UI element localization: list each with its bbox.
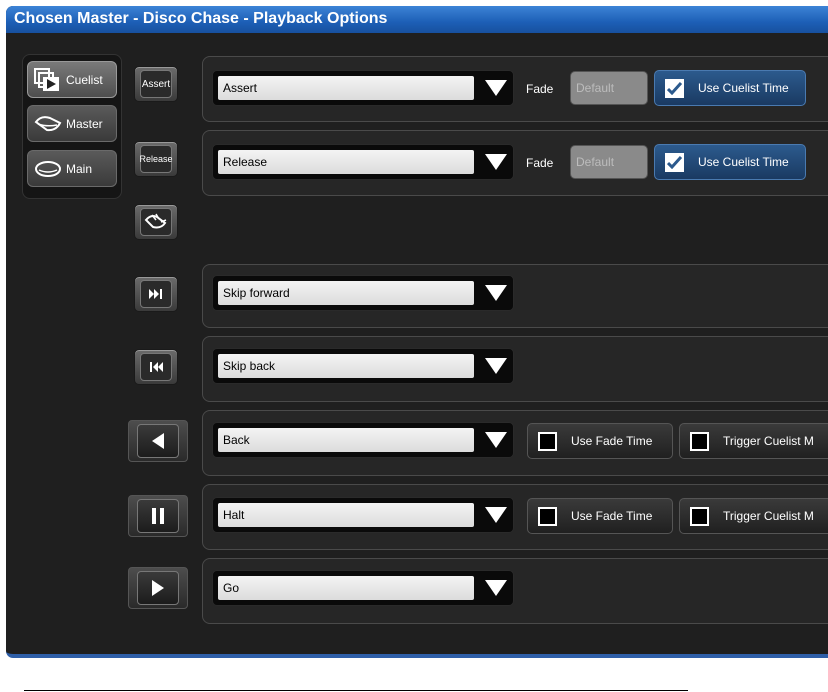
skip-back-dropdown[interactable]: Skip back (212, 348, 514, 384)
go-button[interactable] (128, 567, 188, 609)
chevron-down-icon (485, 358, 507, 374)
playback-options-window: Chosen Master - Disco Chase - Playback O… (6, 6, 828, 658)
assert-use-cuelist-time-checkbox[interactable]: Use Cuelist Time (654, 70, 806, 106)
assert-dropdown[interactable]: Assert (212, 70, 514, 106)
checkbox-checked-icon (665, 152, 684, 172)
tab-main-label: Main (66, 161, 93, 176)
release-fade-label: Fade (526, 156, 554, 170)
pause-icon (152, 508, 164, 524)
halt-dropdown[interactable]: Halt (212, 497, 514, 533)
tab-main[interactable]: Main (27, 150, 117, 187)
main-icon (35, 160, 61, 177)
release-button-label: Release (139, 154, 173, 164)
assert-fade-input[interactable]: Default (570, 71, 648, 105)
assert-dropdown-value: Assert (218, 76, 474, 100)
chevron-down-icon (485, 432, 507, 448)
chevron-down-icon (485, 80, 507, 96)
chevron-down-icon (485, 580, 507, 596)
release-dropdown-value: Release (218, 150, 474, 174)
tab-cuelist-label: Cuelist (66, 72, 103, 87)
skip-back-dropdown-value: Skip back (218, 354, 474, 378)
back-trigger-cuelist-checkbox[interactable]: Trigger Cuelist M (679, 423, 828, 459)
halt-dropdown-value: Halt (218, 503, 474, 527)
chevron-down-icon (485, 154, 507, 170)
halt-use-fade-time-checkbox[interactable]: Use Fade Time (527, 498, 673, 534)
skip-forward-icon (149, 289, 162, 299)
checkbox-unchecked-icon (538, 506, 557, 526)
go-dropdown-value: Go (218, 576, 474, 600)
checkbox-unchecked-icon (690, 506, 709, 526)
chevron-down-icon (485, 507, 507, 523)
assert-use-cuelist-time-label: Use Cuelist Time (698, 81, 789, 95)
back-trigger-cuelist-label: Trigger Cuelist M (723, 434, 814, 448)
divider-line (24, 690, 688, 691)
halt-trigger-cuelist-checkbox[interactable]: Trigger Cuelist M (679, 498, 828, 534)
play-triangle-icon (152, 580, 164, 596)
tab-cuelist[interactable]: Cuelist (27, 61, 117, 98)
chevron-down-icon (485, 285, 507, 301)
halt-use-fade-time-label: Use Fade Time (571, 509, 653, 523)
halt-trigger-cuelist-label: Trigger Cuelist M (723, 509, 814, 523)
title-bar: Chosen Master - Disco Chase - Playback O… (6, 6, 828, 33)
window-title: Chosen Master - Disco Chase - Playback O… (14, 10, 388, 27)
flash-button[interactable] (134, 204, 178, 240)
checkbox-checked-icon (665, 78, 684, 98)
release-use-cuelist-time-checkbox[interactable]: Use Cuelist Time (654, 144, 806, 180)
halt-button[interactable] (128, 495, 188, 537)
release-dropdown[interactable]: Release (212, 144, 514, 180)
option-tabs: Cuelist Master Main (22, 54, 122, 199)
go-dropdown[interactable]: Go (212, 570, 514, 606)
back-dropdown-value: Back (218, 428, 474, 452)
back-use-fade-time-label: Use Fade Time (571, 434, 653, 448)
assert-fade-label: Fade (526, 82, 554, 96)
tab-master-label: Master (66, 116, 103, 131)
skip-back-icon (150, 362, 163, 372)
back-use-fade-time-checkbox[interactable]: Use Fade Time (527, 423, 673, 459)
release-button[interactable]: Release (134, 141, 178, 177)
cuelist-icon (34, 67, 59, 91)
back-button[interactable] (128, 420, 188, 462)
back-triangle-icon (152, 433, 164, 449)
skip-back-button[interactable] (134, 349, 178, 385)
assert-button[interactable]: Assert (134, 66, 178, 102)
checkbox-unchecked-icon (538, 431, 557, 451)
tab-master[interactable]: Master (27, 105, 117, 142)
skip-forward-button[interactable] (134, 276, 178, 312)
checkbox-unchecked-icon (690, 431, 709, 451)
release-fade-input[interactable]: Default (570, 145, 648, 179)
release-use-cuelist-time-label: Use Cuelist Time (698, 155, 789, 169)
assert-button-label: Assert (141, 78, 171, 90)
skip-forward-dropdown[interactable]: Skip forward (212, 275, 514, 311)
master-icon (34, 115, 62, 131)
skip-forward-dropdown-value: Skip forward (218, 281, 474, 305)
flash-hand-icon (144, 213, 167, 229)
back-dropdown[interactable]: Back (212, 422, 514, 458)
